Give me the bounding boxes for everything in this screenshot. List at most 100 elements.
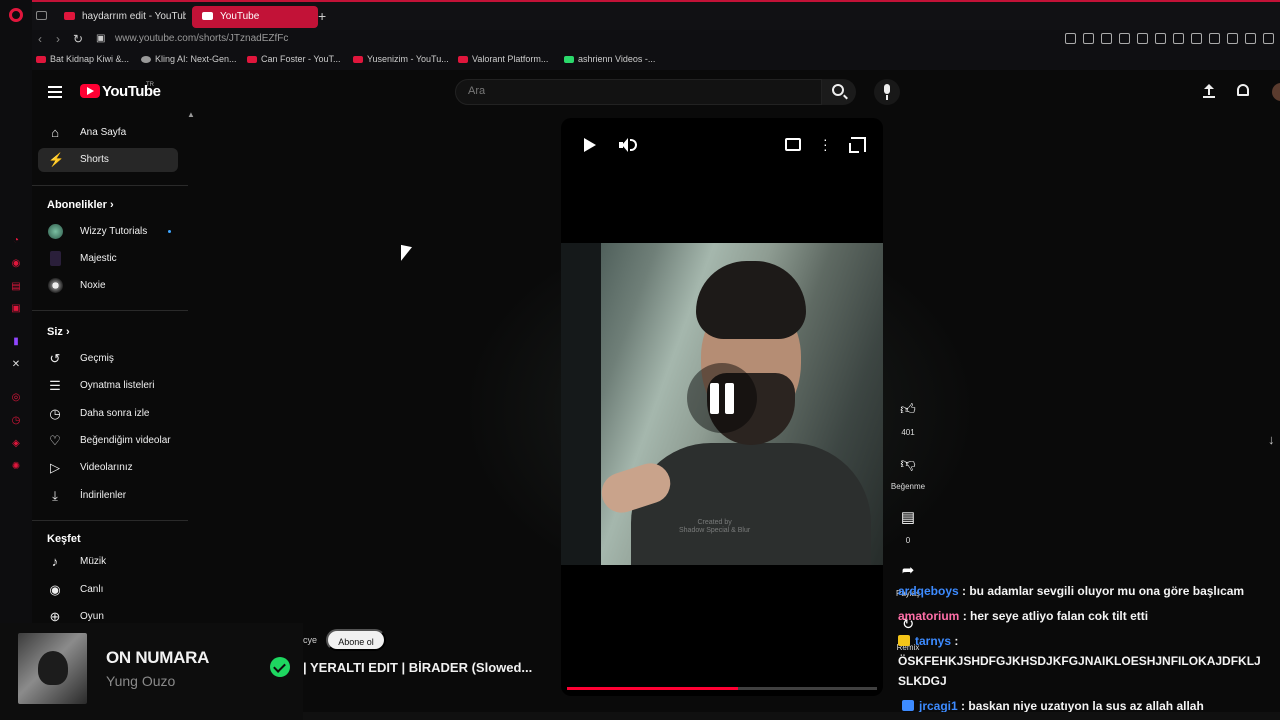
channel-name-fragment[interactable]: cye	[303, 635, 317, 645]
chat-icon[interactable]: ▤	[10, 281, 22, 293]
sidebar-item-history[interactable]: ↺ Geçmiş	[38, 347, 178, 371]
reload-icon[interactable]: ↻	[73, 32, 83, 46]
sidebar-item-liked-videos[interactable]: ♡ Beğendiğim videolar	[38, 429, 178, 453]
easy-setup-icon[interactable]	[1263, 33, 1274, 44]
account-avatar[interactable]	[1272, 83, 1280, 101]
profile-icon[interactable]	[1227, 33, 1238, 44]
vpn-icon[interactable]	[1155, 33, 1166, 44]
history-rail-icon[interactable]: ◷	[10, 415, 22, 427]
fullscreen-icon[interactable]	[849, 137, 866, 153]
address-bar: ‹ › ↻ ▣ www.youtube.com/shorts/JTznadEZf…	[32, 30, 1280, 50]
speed-dial-icon[interactable]: ◔	[10, 235, 22, 247]
heart-icon[interactable]	[1137, 33, 1148, 44]
more-options-icon[interactable]: · · ·	[823, 132, 828, 156]
bookmark-label: Valorant Platform...	[472, 54, 549, 64]
subscribe-button[interactable]: Abone ol	[326, 629, 386, 651]
notifications-bell-icon[interactable]	[1237, 84, 1249, 96]
tab-youtube[interactable]: YouTube	[192, 6, 318, 28]
music-player-icon[interactable]: ▣	[10, 303, 22, 315]
download-bar-icon[interactable]	[1245, 33, 1256, 44]
sidebar-item-majestic[interactable]: Majestic	[38, 247, 178, 271]
bookmark-label: Kling AI: Next-Gen...	[155, 54, 237, 64]
upload-icon[interactable]	[1203, 84, 1215, 98]
chat-username: jrcagi1	[919, 699, 958, 713]
puzzle-icon[interactable]	[1209, 33, 1220, 44]
sidebar-item-downloads[interactable]: ⤓ İndirilenler	[38, 484, 178, 508]
chat-username: ardqeboys	[898, 584, 959, 598]
play-icon[interactable]	[583, 138, 597, 152]
chat-username: amatorium	[898, 609, 960, 623]
tab-grid-icon[interactable]	[36, 11, 47, 20]
captions-icon[interactable]	[785, 138, 801, 151]
chat-text: : her seye atliyo falan cok tilt etti	[959, 609, 1149, 623]
settings-icon[interactable]: ✺	[10, 461, 22, 473]
bookmark-item[interactable]: Yusenizim - YouTu...	[353, 54, 449, 64]
sidebar-item-shorts[interactable]: ⚡ Shorts	[38, 148, 178, 172]
send-icon[interactable]	[1119, 33, 1130, 44]
snapshot-icon[interactable]	[1083, 33, 1094, 44]
avatar	[50, 251, 61, 266]
shorts-player[interactable]: · · · Created by Shadow Special & Blur	[561, 118, 883, 696]
thumbs-down-icon[interactable]: 👎︎	[893, 449, 923, 479]
bookmark-item[interactable]: ashrienn Videos -...	[564, 54, 655, 64]
menu-icon[interactable]	[48, 86, 62, 98]
watermark-line: Created by	[697, 519, 732, 526]
youtube-header: YouTube TR	[32, 72, 1280, 114]
sidebar-item-playlists[interactable]: ☰ Oynatma listeleri	[38, 374, 178, 398]
you-heading[interactable]: Siz ›	[47, 326, 70, 338]
bookmark-item[interactable]: Kling AI: Next-Gen...	[141, 54, 237, 64]
chat-text: : baskan niye uzatıyon la sus az allah a…	[957, 699, 1204, 713]
bookmark-item[interactable]: Can Foster - YouT...	[247, 54, 341, 64]
short-title[interactable]: | YERALTI EDIT | BİRADER (Slowed...	[303, 660, 532, 675]
shield-icon[interactable]	[1101, 33, 1112, 44]
sidebar-item-music[interactable]: ♪ Müzik	[38, 550, 178, 574]
comment-icon[interactable]: ▤	[893, 503, 923, 533]
tab-label: YouTube	[220, 11, 260, 22]
x-icon[interactable]: ✕	[10, 359, 22, 371]
chat-message: ardqeboys : bu adamlar sevgili oluyor mu…	[898, 581, 1244, 601]
twitch-icon[interactable]: ▮	[10, 336, 22, 348]
bookmark-icon[interactable]	[1065, 33, 1076, 44]
sidebar-item-watch-later[interactable]: ◷ Daha sonra izle	[38, 402, 178, 426]
search-input[interactable]	[468, 85, 808, 97]
messenger-icon[interactable]: ◉	[10, 258, 22, 270]
sidebar-item-label: Canlı	[80, 584, 104, 595]
sidebar-item-label: Geçmiş	[80, 353, 114, 364]
pause-icon[interactable]	[687, 363, 757, 433]
url-field[interactable]: www.youtube.com/shorts/JTznadEZfFc	[115, 33, 288, 44]
sidebar-item-your-videos[interactable]: ▷ Videolarınız	[38, 456, 178, 480]
search-button[interactable]	[822, 79, 856, 105]
wallet-icon[interactable]	[1173, 33, 1184, 44]
opera-logo-icon[interactable]	[9, 8, 23, 22]
thumbs-up-icon[interactable]: 👍︎	[893, 395, 923, 425]
bookmark-item[interactable]: Bat Kidnap Kiwi &...	[36, 54, 129, 64]
sidebar-item-wizzy-tutorials[interactable]: Wizzy Tutorials	[38, 220, 178, 244]
back-icon[interactable]: ‹	[38, 32, 42, 46]
extension-icon[interactable]	[1191, 33, 1202, 44]
sidebar-item-label: İndirilenler	[80, 490, 127, 501]
sidebar-item-label: Oynatma listeleri	[80, 380, 155, 391]
forward-icon[interactable]: ›	[56, 32, 60, 46]
progress-bar[interactable]	[567, 687, 877, 690]
next-short-arrow-icon[interactable]: ↓	[1268, 432, 1275, 447]
player-icon[interactable]: ◎	[10, 392, 22, 404]
dislike-action[interactable]: 👎︎ Beğenme	[890, 449, 926, 491]
music-icon: ♪	[51, 554, 59, 569]
like-action[interactable]: 👍︎ 401	[890, 395, 926, 437]
sidebar-item-noxie[interactable]: Noxie	[38, 274, 178, 298]
tab-haydarrim[interactable]: haydarrım edit - YouTube	[54, 6, 186, 28]
comments-action[interactable]: ▤ 0	[890, 503, 926, 545]
new-tab-button[interactable]: +	[318, 8, 326, 24]
sidebar-item-live[interactable]: ◉ Canlı	[38, 578, 178, 602]
subscriptions-heading[interactable]: Abonelikler ›	[47, 199, 114, 211]
bookmark-label: Can Foster - YouT...	[261, 54, 341, 64]
voice-search-button[interactable]	[874, 79, 900, 105]
divider	[32, 185, 188, 186]
divider	[32, 520, 188, 521]
chat-text: :	[951, 634, 959, 648]
sidebar-item-home[interactable]: ⌂ Ana Sayfa	[38, 121, 178, 145]
chevron-right-icon: ›	[109, 199, 114, 211]
pinboard-icon[interactable]: ◈	[10, 438, 22, 450]
youtube-logo-icon[interactable]	[80, 84, 100, 98]
bookmark-item[interactable]: Valorant Platform...	[458, 54, 548, 64]
